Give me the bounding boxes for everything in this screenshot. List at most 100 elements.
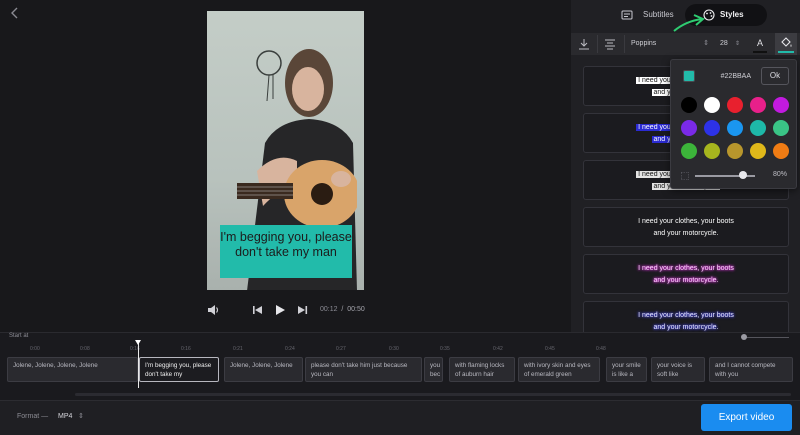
text-color-button[interactable]: A xyxy=(749,33,771,55)
subtitle-clip[interactable]: please don't take him just because you c… xyxy=(305,357,422,382)
current-color-swatch xyxy=(683,70,695,82)
preset-line: I need your clothes, your boots xyxy=(638,312,734,319)
format-select[interactable]: MP4 xyxy=(58,413,72,420)
playhead[interactable] xyxy=(135,340,141,388)
skip-back-icon[interactable] xyxy=(250,303,264,317)
play-icon[interactable] xyxy=(273,303,287,317)
font-select[interactable]: Poppins ⇕ xyxy=(627,33,713,55)
zoom-handle[interactable] xyxy=(741,334,747,340)
opacity-icon xyxy=(681,172,689,180)
preset-line: and your motorcycle. xyxy=(653,277,719,284)
subtitle-clip[interactable]: your smile is like a xyxy=(606,357,647,382)
color-swatch[interactable] xyxy=(727,120,743,136)
skip-forward-icon[interactable] xyxy=(296,303,310,317)
subtitles-icon xyxy=(621,10,633,20)
style-preset-card[interactable]: I need your clothes, your boots and your … xyxy=(583,301,789,332)
bottom-bar: Format — MP4 ⇕ Export video xyxy=(0,400,800,435)
subtitle-clip[interactable]: with ivory skin and eyes of emerald gree… xyxy=(518,357,600,382)
video-frame: I'm begging you, please don't take my ma… xyxy=(207,11,364,290)
ruler-tick: 0:42 xyxy=(493,346,503,352)
tab-subtitles-label: Subtitles xyxy=(643,10,674,19)
background-color-button[interactable] xyxy=(775,33,797,55)
ruler-tick: 0:24 xyxy=(285,346,295,352)
preset-line: and your motorcycle. xyxy=(653,230,719,237)
color-swatch[interactable] xyxy=(681,120,697,136)
zoom-track xyxy=(745,337,789,338)
ruler-tick: 0:48 xyxy=(596,346,606,352)
updown-chevron-icon: ⇕ xyxy=(703,40,709,47)
volume-icon[interactable] xyxy=(206,303,220,317)
timeline: Start at 0:00 0:08 0:16 0:16 0:21 0:24 0:27 0:3… xyxy=(0,332,800,400)
color-swatch[interactable] xyxy=(773,97,789,113)
font-size-select[interactable]: 28 ⇕ xyxy=(714,33,742,55)
annotation-arrow-icon xyxy=(673,14,705,32)
subtitle-clips: Jolene, Jolene, Jolene, Jolene I'm beggin… xyxy=(0,357,800,383)
timeline-scrollbar[interactable] xyxy=(75,393,791,396)
app-window: I'm begging you, please don't take my ma… xyxy=(0,0,800,435)
color-swatch[interactable] xyxy=(704,143,720,159)
timeline-zoom-slider[interactable] xyxy=(741,333,793,341)
preset-line: I need your clothes, your boots xyxy=(638,265,734,272)
color-swatch[interactable] xyxy=(750,143,766,159)
ruler-tick: 0:45 xyxy=(545,346,555,352)
paint-bucket-icon xyxy=(781,37,792,47)
opacity-value: 80% xyxy=(773,171,788,178)
preset-line: I need your clothes, your boots xyxy=(638,218,734,225)
color-swatch[interactable] xyxy=(727,97,743,113)
video-subtitle: I'm begging you, please don't take my ma… xyxy=(220,225,352,278)
hex-color-input[interactable]: #22BBAA xyxy=(701,69,753,84)
color-swatch[interactable] xyxy=(773,143,789,159)
time-total: 00:50 xyxy=(347,306,365,313)
ok-button[interactable]: Ok xyxy=(761,67,789,85)
preset-line: and your motorcycle. xyxy=(653,324,719,331)
color-swatch[interactable] xyxy=(681,143,697,159)
font-value: Poppins xyxy=(631,40,657,47)
ruler-tick: 0:35 xyxy=(440,346,450,352)
time-display: 00:12 / 00:50 xyxy=(320,306,365,313)
preview-area: I'm begging you, please don't take my ma… xyxy=(0,0,571,332)
font-size-value: 28 xyxy=(720,40,728,47)
format-label: Format — xyxy=(17,413,49,420)
subtitle-clip[interactable]: Jolene, Jolene, Jolene xyxy=(224,357,303,382)
subtitle-clip[interactable]: with flaming locks of auburn hair xyxy=(449,357,515,382)
updown-chevron-icon: ⇕ xyxy=(78,413,84,420)
back-chevron-icon[interactable] xyxy=(8,6,22,20)
tab-styles-label: Styles xyxy=(720,10,744,19)
text-color-label: A xyxy=(756,38,763,48)
color-swatch[interactable] xyxy=(750,97,766,113)
ruler-tick: 0:21 xyxy=(233,346,243,352)
align-center-icon[interactable] xyxy=(599,33,621,55)
ruler-tick: 0:16 xyxy=(181,346,191,352)
color-swatch[interactable] xyxy=(727,143,743,159)
updown-chevron-icon: ⇕ xyxy=(734,41,740,47)
time-separator: / xyxy=(341,306,344,313)
subtitle-clip[interactable]: your voice is soft like xyxy=(651,357,705,382)
opacity-control: 80% xyxy=(681,170,793,182)
ruler-tick: 0:08 xyxy=(80,346,90,352)
export-video-button[interactable]: Export video xyxy=(701,404,792,431)
color-swatch[interactable] xyxy=(750,120,766,136)
ruler-tick: 0:30 xyxy=(389,346,399,352)
time-current: 00:12 xyxy=(320,306,338,313)
ruler-tick: 0:27 xyxy=(336,346,346,352)
timeline-ruler: 0:00 0:08 0:16 0:16 0:21 0:24 0:27 0:30 0:35 0:42… xyxy=(0,346,800,354)
subtitle-clip[interactable]: you bec xyxy=(424,357,443,382)
toolbar-divider xyxy=(597,35,598,53)
color-swatch[interactable] xyxy=(773,120,789,136)
opacity-slider-handle[interactable] xyxy=(739,171,747,179)
style-toolbar: Poppins ⇕ 28 ⇕ A xyxy=(571,33,800,55)
style-preset-card[interactable]: I need your clothes, your boots and your … xyxy=(583,254,789,294)
color-swatch[interactable] xyxy=(704,97,720,113)
ruler-tick: 0:00 xyxy=(30,346,40,352)
style-preset-card[interactable]: I need your clothes, your boots and your … xyxy=(583,207,789,247)
color-swatch[interactable] xyxy=(704,120,720,136)
color-swatch[interactable] xyxy=(681,97,697,113)
subtitle-clip[interactable]: and I cannot compete with you xyxy=(709,357,793,382)
subtitle-clip[interactable]: Jolene, Jolene, Jolene, Jolene xyxy=(7,357,138,382)
position-bottom-icon[interactable] xyxy=(573,33,595,55)
start-at-label: Start at xyxy=(9,333,29,339)
toolbar-divider xyxy=(624,35,625,53)
player-controls: 00:12 / 00:50 xyxy=(200,301,370,321)
color-picker-popup: #22BBAA Ok 80% xyxy=(670,59,797,189)
subtitle-clip[interactable]: I'm begging you, please don't take my xyxy=(139,357,219,382)
